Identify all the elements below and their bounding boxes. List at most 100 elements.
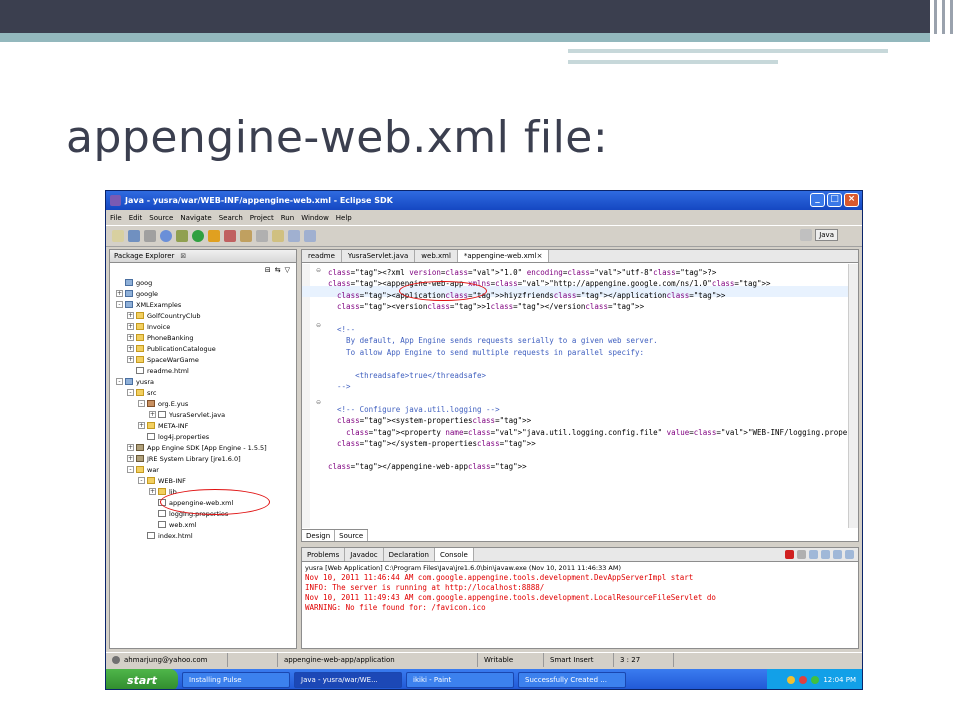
tree-item[interactable]: readme.html [110,365,296,376]
menu-item-navigate[interactable]: Navigate [180,214,211,222]
start-button[interactable]: start [106,669,178,689]
expand-icon[interactable]: - [116,378,123,385]
tree-item[interactable]: web.xml [110,519,296,530]
menu-item-file[interactable]: File [110,214,122,222]
taskbar-task[interactable]: Successfully Created ... [518,672,626,688]
package-explorer-tab[interactable]: Package Explorer ⊠ [110,250,296,263]
close-icon[interactable]: × [537,252,543,260]
expand-icon[interactable]: + [127,323,134,330]
open-perspective-icon[interactable] [800,229,813,241]
save-icon[interactable] [128,230,140,242]
back-icon[interactable] [288,230,300,242]
display-console-icon[interactable] [845,550,854,559]
tree-item[interactable]: + GolfCountryClub [110,310,296,321]
editor-tab[interactable]: *appengine-web.xml × [457,250,550,262]
debug-icon[interactable] [176,230,188,242]
editor-tab[interactable]: web.xml [415,250,458,262]
new-icon[interactable] [112,230,124,242]
forward-icon[interactable] [304,230,316,242]
expand-icon[interactable]: + [127,356,134,363]
tree-item[interactable]: - war [110,464,296,475]
fold-icon[interactable]: ⊖ [316,322,321,329]
menu-item-window[interactable]: Window [301,214,329,222]
editor-mode-tab[interactable]: Source [335,530,369,541]
collapse-all-icon[interactable]: ⊟ [265,266,271,274]
maximize-button[interactable]: □ [827,193,842,207]
expand-icon[interactable]: + [116,290,123,297]
tray-icon[interactable] [799,676,808,684]
editor-mode-tab[interactable]: Design [302,530,336,541]
console-tab[interactable]: Declaration [384,548,435,561]
print-icon[interactable] [144,230,156,242]
editor-tab[interactable]: YusraServlet.java [342,250,416,262]
annotation-icon[interactable] [272,230,284,242]
close-icon[interactable]: ⊠ [180,252,186,260]
menu-item-help[interactable]: Help [336,214,352,222]
tree-item[interactable]: index.html [110,530,296,541]
external-tools-icon[interactable] [208,230,220,242]
console-tab[interactable]: Console [435,548,474,561]
menu-item-run[interactable]: Run [281,214,294,222]
view-menu-icon[interactable]: ▽ [285,266,290,274]
tree-item[interactable]: + Invoice [110,321,296,332]
expand-icon[interactable]: - [138,477,145,484]
tree-item[interactable]: - WEB-INF [110,475,296,486]
menu-item-edit[interactable]: Edit [129,214,143,222]
tray-icon[interactable] [811,676,820,684]
scroll-lock-icon[interactable] [821,550,830,559]
console-tab[interactable]: Javadoc [345,548,384,561]
console-tab[interactable]: Problems [302,548,346,561]
tree-item[interactable]: log4j.properties [110,431,296,442]
expand-icon[interactable]: - [127,389,134,396]
expand-icon[interactable]: + [138,422,145,429]
tree-item[interactable]: - src [110,387,296,398]
expand-icon[interactable]: + [149,488,156,495]
tree-item[interactable]: + JRE System Library [jre1.6.0] [110,453,296,464]
remove-launch-icon[interactable] [797,550,806,559]
expand-icon[interactable]: + [127,444,134,451]
app-engine-icon[interactable] [160,230,172,242]
tree-item[interactable]: + PublicationCatalogue [110,343,296,354]
tree-item[interactable]: - XMLExamples [110,299,296,310]
tree-item[interactable]: + META-INF [110,420,296,431]
taskbar-task[interactable]: Java - yusra/war/WE... [294,672,402,688]
minimize-button[interactable]: _ [810,193,825,207]
pin-console-icon[interactable] [833,550,842,559]
expand-icon[interactable]: + [127,312,134,319]
open-type-icon[interactable] [240,230,252,242]
tree-item[interactable]: + PhoneBanking [110,332,296,343]
search-icon[interactable] [256,230,268,242]
new-java-class-icon[interactable] [224,230,236,242]
tree-item[interactable]: - yusra [110,376,296,387]
clear-console-icon[interactable] [809,550,818,559]
expand-icon[interactable]: + [127,334,134,341]
fold-icon[interactable]: ⊖ [316,267,321,274]
menu-item-source[interactable]: Source [149,214,173,222]
java-perspective-button[interactable]: Java [815,229,838,241]
expand-icon[interactable]: + [127,345,134,352]
editor-tab[interactable]: readme [302,250,342,262]
taskbar-task[interactable]: ikiki - Paint [406,672,514,688]
editor-scrollbar[interactable] [848,264,858,528]
tray-icon[interactable] [787,676,796,684]
taskbar-task[interactable]: Installing Pulse [182,672,290,688]
expand-icon[interactable]: - [116,301,123,308]
expand-icon[interactable]: + [149,411,156,418]
link-editor-icon[interactable]: ⇆ [275,266,281,274]
menu-item-project[interactable]: Project [250,214,274,222]
expand-icon[interactable]: - [138,400,145,407]
run-icon[interactable] [192,230,204,242]
tree-item[interactable]: + google [110,288,296,299]
expand-icon[interactable]: - [127,466,134,473]
tree-item[interactable]: + YusraServlet.java [110,409,296,420]
fold-icon[interactable]: ⊖ [316,399,321,406]
tree-item[interactable]: - org.E.yus [110,398,296,409]
terminate-icon[interactable] [785,550,794,559]
tree-item[interactable]: goog [110,277,296,288]
expand-icon[interactable]: + [127,455,134,462]
tree-item[interactable]: + App Engine SDK [App Engine - 1.5.5] [110,442,296,453]
menu-item-search[interactable]: Search [219,214,243,222]
code-area[interactable]: class="tag"><?xml version=class="val">"1… [302,264,848,528]
close-button[interactable]: × [844,193,859,207]
tree-item[interactable]: + SpaceWarGame [110,354,296,365]
